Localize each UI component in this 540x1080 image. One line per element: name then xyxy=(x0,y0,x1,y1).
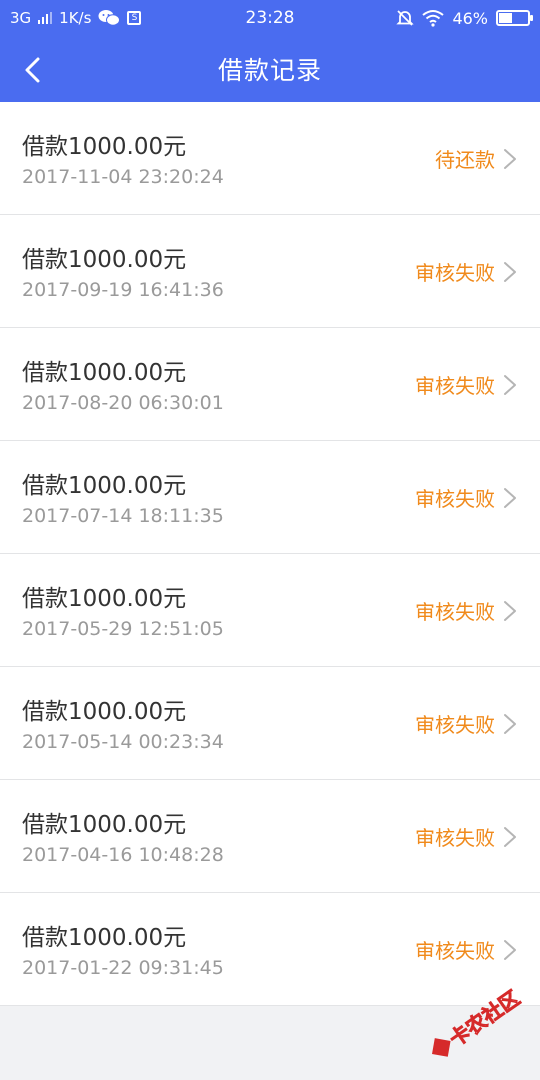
loan-time: 2017-08-20 06:30:01 xyxy=(22,392,224,414)
loan-status: 审核失败 xyxy=(415,826,495,850)
chevron-right-icon xyxy=(504,488,516,508)
chevron-left-icon[interactable] xyxy=(18,54,50,86)
loan-time: 2017-07-14 18:11:35 xyxy=(22,505,224,527)
loan-status: 审核失败 xyxy=(415,600,495,624)
chevron-right-icon xyxy=(504,601,516,621)
loan-status: 待还款 xyxy=(435,148,495,172)
wifi-icon xyxy=(422,10,445,27)
list-item[interactable]: 借款1000.00元 2017-09-19 16:41:36 审核失败 xyxy=(0,215,540,328)
loan-time: 2017-05-29 12:51:05 xyxy=(22,618,224,640)
loan-amount: 借款1000.00元 xyxy=(22,699,187,725)
loan-amount: 借款1000.00元 xyxy=(22,360,187,386)
svg-text:卡农社区: 卡农社区 xyxy=(445,986,524,1052)
chevron-right-icon xyxy=(504,940,516,960)
nav-bar: 借款记录 xyxy=(0,36,540,102)
battery-icon xyxy=(496,10,533,26)
chevron-right-icon xyxy=(504,149,516,169)
list-item[interactable]: 借款1000.00元 2017-05-14 00:23:34 审核失败 xyxy=(0,667,540,780)
page-title: 借款记录 xyxy=(217,56,322,85)
loan-amount: 借款1000.00元 xyxy=(22,586,187,612)
list-item[interactable]: 借款1000.00元 2017-04-16 10:48:28 审核失败 xyxy=(0,780,540,893)
watermark-logo: 卡农社区 xyxy=(432,985,525,1057)
loan-time: 2017-11-04 23:20:24 xyxy=(22,166,224,188)
status-bar: 3G 1K/s S 23:28 46% xyxy=(0,0,540,36)
chevron-right-icon xyxy=(504,375,516,395)
chevron-right-icon xyxy=(504,714,516,734)
loan-time: 2017-04-16 10:48:28 xyxy=(22,844,224,866)
loan-status: 审核失败 xyxy=(415,374,495,398)
list-item[interactable]: 借款1000.00元 2017-07-14 18:11:35 审核失败 xyxy=(0,441,540,554)
mute-bell-icon xyxy=(396,10,415,26)
loan-amount: 借款1000.00元 xyxy=(22,473,187,499)
loan-status: 审核失败 xyxy=(415,261,495,285)
status-right: 46% xyxy=(396,0,533,36)
list-item[interactable]: 借款1000.00元 2017-08-20 06:30:01 审核失败 xyxy=(0,328,540,441)
loan-amount: 借款1000.00元 xyxy=(22,247,187,273)
loan-time: 2017-09-19 16:41:36 xyxy=(22,279,224,301)
chevron-right-icon xyxy=(504,262,516,282)
loan-status: 审核失败 xyxy=(415,487,495,511)
loan-amount: 借款1000.00元 xyxy=(22,812,187,838)
loan-amount: 借款1000.00元 xyxy=(22,925,187,951)
battery-percent: 46% xyxy=(452,8,488,28)
list-item[interactable]: 借款1000.00元 2017-05-29 12:51:05 审核失败 xyxy=(0,554,540,667)
loan-status: 审核失败 xyxy=(415,713,495,737)
loan-time: 2017-05-14 00:23:34 xyxy=(22,731,224,753)
loan-amount: 借款1000.00元 xyxy=(22,134,187,160)
chevron-right-icon xyxy=(504,827,516,847)
loan-time: 2017-01-22 09:31:45 xyxy=(22,957,224,979)
loan-record-list: 借款1000.00元 2017-11-04 23:20:24 待还款 借款1000.0… xyxy=(0,102,540,1006)
list-item[interactable]: 借款1000.00元 2017-11-04 23:20:24 待还款 xyxy=(0,102,540,215)
